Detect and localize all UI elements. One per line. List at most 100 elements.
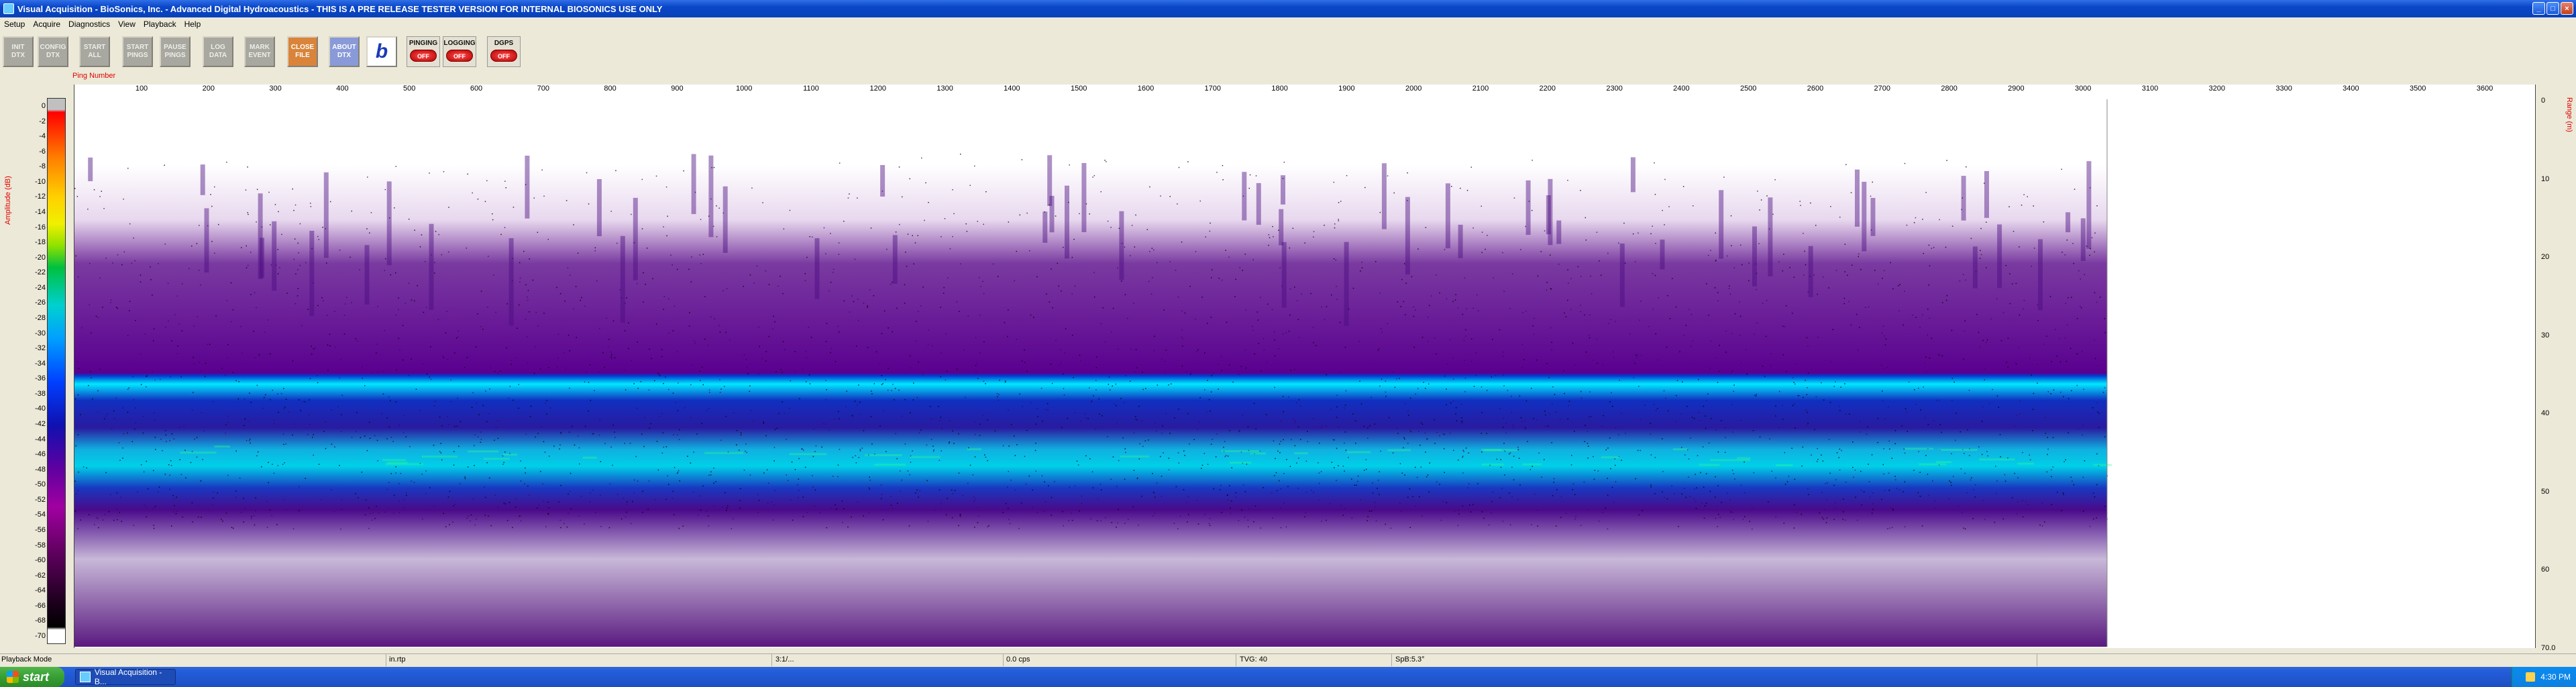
echo-speck <box>969 184 971 187</box>
menu-view[interactable]: View <box>114 19 140 29</box>
echo-speck <box>1800 205 1801 206</box>
echo-speck <box>1244 491 1246 492</box>
config-dtx-button[interactable]: CONFIG DTX <box>38 36 68 67</box>
echogram-display[interactable]: 100 200 300 400 500 600 700 800 900 1000 1100 1200 1… <box>74 85 2536 648</box>
echo-speck <box>235 490 237 492</box>
echo-speck <box>117 519 118 521</box>
echo-speck <box>1181 329 1183 331</box>
echo-speck <box>1443 447 1445 450</box>
init-dtx-button[interactable]: INIT DTX <box>3 36 34 67</box>
echo-speck <box>713 468 714 469</box>
echo-speck <box>480 290 482 292</box>
echo-speck <box>122 407 123 409</box>
echo-speck <box>140 384 142 385</box>
echo-highlight <box>1737 457 1751 460</box>
echo-speck <box>310 206 312 207</box>
echo-speck <box>1336 480 1337 481</box>
echo-speck <box>1672 278 1673 279</box>
echo-speck <box>1764 376 1766 377</box>
echo-speck <box>1154 513 1155 514</box>
biosonics-logo-icon[interactable]: b <box>366 36 397 67</box>
echo-speck <box>1706 473 1707 474</box>
echo-speck <box>798 496 799 498</box>
echo-speck <box>455 504 456 505</box>
echo-speck <box>395 472 396 474</box>
menu-playback[interactable]: Playback <box>140 19 180 29</box>
mark-event-button[interactable]: MARK EVENT <box>244 36 275 67</box>
echo-speck <box>268 191 270 193</box>
echo-speck <box>1203 352 1205 354</box>
echo-speck <box>248 421 249 422</box>
echo-speck <box>1574 518 1576 520</box>
echo-speck <box>1318 462 1319 464</box>
echo-speck <box>537 325 539 327</box>
echo-speck <box>2096 517 2097 519</box>
menu-setup[interactable]: Setup <box>0 19 29 29</box>
echo-speck <box>246 245 247 247</box>
echo-speck <box>132 376 134 378</box>
log-data-button[interactable]: LOG DATA <box>203 36 233 67</box>
amplitude-tick: -26 <box>35 299 46 307</box>
echo-speck <box>808 327 810 328</box>
start-all-button[interactable]: START ALL <box>79 36 110 67</box>
echo-speck <box>388 426 390 428</box>
echo-speck <box>313 434 314 435</box>
echo-speck <box>1537 525 1538 527</box>
start-button[interactable]: start <box>0 667 64 687</box>
echo-speck <box>2022 499 2023 501</box>
echo-speck <box>445 332 447 333</box>
taskbar-app-button[interactable]: Visual Acquisition - B... <box>75 668 176 686</box>
echo-speck <box>1093 175 1095 176</box>
echo-speck <box>584 305 586 307</box>
echo-speck <box>1894 476 1896 477</box>
echo-speck <box>806 512 808 513</box>
echo-speck <box>771 501 773 503</box>
echo-speck <box>1011 423 1012 425</box>
echo-speck <box>364 385 366 386</box>
close-window-button[interactable]: × <box>2561 2 2573 15</box>
minimize-button[interactable]: _ <box>2532 2 2545 15</box>
echo-speck <box>1703 405 1705 407</box>
about-dtx-button[interactable]: ABOUT DTX <box>329 36 360 67</box>
echo-speck <box>1753 472 1755 474</box>
echo-speck <box>274 204 276 205</box>
ping-tick: 2300 <box>1606 85 1623 93</box>
echo-speck <box>1229 430 1230 431</box>
pause-pings-button[interactable]: PAUSE PINGS <box>160 36 191 67</box>
echo-speck <box>1500 466 1502 468</box>
echo-speck <box>1452 358 1454 359</box>
echo-speck <box>902 196 903 198</box>
echo-speck <box>580 495 582 497</box>
echo-speck <box>1684 488 1685 489</box>
echo-speck <box>1292 418 1294 420</box>
menu-help[interactable]: Help <box>180 19 205 29</box>
start-pings-button[interactable]: START PINGS <box>122 36 153 67</box>
menu-acquire[interactable]: Acquire <box>29 19 64 29</box>
tray-icon[interactable] <box>2526 672 2536 682</box>
echo-speck <box>894 399 895 401</box>
echo-speck <box>1615 427 1616 429</box>
close-file-button[interactable]: CLOSE FILE <box>287 36 318 67</box>
echo-speck <box>1939 219 1940 221</box>
echo-speck <box>318 464 320 465</box>
echo-speck <box>535 436 536 438</box>
menu-diagnostics[interactable]: Diagnostics <box>64 19 114 29</box>
echo-speck <box>1684 454 1686 456</box>
echo-speck <box>1654 457 1656 458</box>
echo-speck <box>1152 491 1155 493</box>
echo-speck <box>637 341 638 343</box>
echo-speck <box>456 337 458 339</box>
echo-speck <box>1340 505 1342 507</box>
echo-speck <box>1625 433 1626 434</box>
echo-speck <box>1611 392 1612 394</box>
echo-speck <box>996 392 998 394</box>
echo-speck <box>1420 466 1421 468</box>
echo-speck <box>719 379 720 380</box>
maximize-button[interactable]: □ <box>2546 2 2559 15</box>
echo-speck <box>256 455 258 457</box>
echo-speck <box>1925 372 1927 374</box>
echo-speck <box>179 459 180 460</box>
echo-speck <box>1959 280 1961 282</box>
echo-speck <box>2046 471 2048 473</box>
echo-speck <box>814 451 816 452</box>
